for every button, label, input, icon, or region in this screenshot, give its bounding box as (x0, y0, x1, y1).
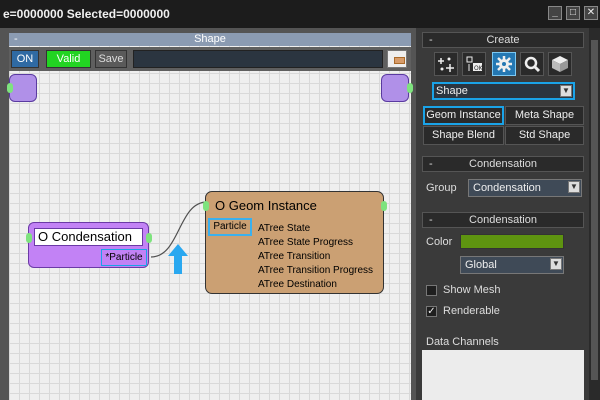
geom-instance-node[interactable]: O Geom Instance Particle ATree State ATr… (205, 191, 384, 294)
condensation-section-header[interactable]: - Condensation (422, 212, 584, 228)
particle-add-icon[interactable] (434, 52, 458, 76)
scrollbar-thumb[interactable] (591, 40, 598, 380)
condensation-node-title[interactable]: O Condensation (34, 228, 143, 246)
chevron-down-icon[interactable]: ▼ (550, 258, 562, 270)
geom-in-pin[interactable] (203, 201, 209, 211)
geom-instance-button[interactable]: Geom Instance (423, 106, 504, 125)
meta-shape-button[interactable]: Meta Shape (505, 106, 584, 125)
renderable-label: Renderable (443, 305, 500, 317)
window-title: e=0000000 Selected=0000000 (3, 7, 170, 21)
create-category-select[interactable]: Shape ▼ (432, 82, 575, 100)
condensation-group-title: Condensation (469, 158, 537, 170)
condensation-out-pin[interactable] (146, 233, 152, 243)
data-channels-list[interactable] (422, 350, 584, 400)
create-collapse-toggle[interactable]: - (429, 33, 433, 47)
attribute-atree-state-progress: ATree State Progress (258, 237, 354, 248)
chevron-down-icon[interactable]: ▼ (560, 85, 572, 97)
create-section-title: Create (486, 34, 520, 46)
geom-out-pin[interactable] (381, 201, 387, 211)
condensation-group-header[interactable]: - Condensation (422, 156, 584, 172)
close-button[interactable]: ✕ (584, 6, 598, 20)
condensation-in-pin[interactable] (26, 233, 32, 243)
create-category-value: Shape (436, 85, 468, 97)
attribute-atree-destination: ATree Destination (258, 279, 337, 290)
particle-input-port[interactable]: Particle (208, 218, 252, 236)
operator-icon[interactable]: OK (462, 52, 486, 76)
attribute-atree-state: ATree State (258, 223, 311, 234)
data-channels-label: Data Channels (426, 336, 499, 348)
std-shape-button[interactable]: Std Shape (505, 126, 584, 145)
condensation-node[interactable]: O Condensation *Particle (28, 222, 149, 268)
arrow-up-icon (168, 244, 188, 274)
maximize-button[interactable]: □ (566, 6, 580, 20)
gear-icon[interactable] (492, 52, 516, 76)
svg-text:OK: OK (474, 65, 483, 72)
geom-instance-node-title: O Geom Instance (215, 198, 317, 213)
group-label: Group (426, 182, 457, 194)
group-select[interactable]: Condensation ▼ (468, 179, 582, 197)
cube-icon[interactable] (548, 52, 572, 76)
show-mesh-checkbox[interactable] (426, 285, 437, 296)
particle-output-port[interactable]: *Particle (101, 249, 147, 266)
properties-panel: - Create OK Shape ▼ Geom Instance Meta S… (416, 28, 600, 400)
show-mesh-label: Show Mesh (443, 284, 501, 296)
renderable-checkbox[interactable]: ✓ (426, 306, 437, 317)
shape-blend-button[interactable]: Shape Blend (423, 126, 504, 145)
create-section-header[interactable]: - Create (422, 32, 584, 48)
attribute-atree-transition: ATree Transition (258, 251, 331, 262)
color-swatch[interactable] (460, 234, 564, 249)
chevron-down-icon[interactable]: ▼ (568, 181, 580, 193)
condensation-section-title: Condensation (469, 214, 537, 226)
color-label: Color (426, 236, 453, 248)
condensation-group-collapse-toggle[interactable]: - (429, 157, 433, 171)
graph-panel: - Shape ON Valid Save O Condensation *Pa… (0, 28, 416, 400)
color-mode-select[interactable]: Global ▼ (460, 256, 564, 274)
window-title-bar: e=0000000 Selected=0000000 _ □ ✕ (0, 0, 600, 28)
color-mode-value: Global (465, 259, 497, 271)
properties-scrollbar[interactable] (589, 28, 600, 400)
minimize-button[interactable]: _ (548, 6, 562, 20)
condensation-collapse-toggle[interactable]: - (429, 213, 433, 227)
attribute-atree-transition-progress: ATree Transition Progress (258, 265, 374, 276)
group-select-value: Condensation (473, 182, 541, 194)
wrench-icon[interactable] (520, 52, 544, 76)
